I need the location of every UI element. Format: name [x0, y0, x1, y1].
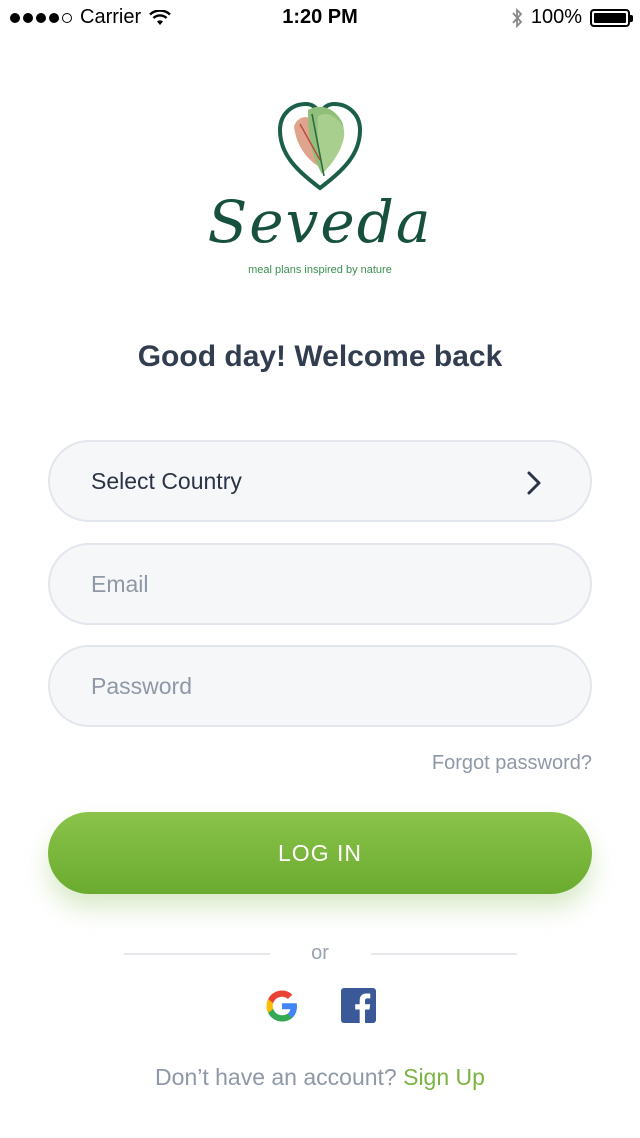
battery-fill	[594, 12, 626, 23]
password-field-wrapper	[48, 645, 592, 727]
brand-tagline: meal plans inspired by nature	[248, 264, 392, 276]
brand-wordmark: Seveda	[207, 188, 433, 256]
email-field[interactable]	[91, 570, 531, 598]
or-divider: or	[0, 942, 640, 966]
brand-logo: Seveda meal plans inspired by nature	[0, 100, 640, 285]
login-button[interactable]: LOG IN	[48, 812, 592, 894]
facebook-f-icon	[355, 993, 371, 1023]
signup-link[interactable]: Sign Up	[403, 1064, 485, 1090]
signup-prompt: Don’t have an account? Sign Up	[0, 1064, 640, 1091]
chevron-right-icon	[527, 471, 541, 495]
country-select[interactable]: Select Country	[48, 440, 592, 522]
divider-line-right	[371, 953, 517, 955]
battery-percent: 100%	[530, 6, 582, 28]
forgot-password-link[interactable]: Forgot password?	[432, 752, 592, 775]
country-select-label: Select Country	[91, 467, 242, 494]
email-field-wrapper	[48, 543, 592, 625]
password-field[interactable]	[91, 672, 531, 700]
battery-icon	[590, 8, 633, 27]
facebook-icon[interactable]	[341, 988, 376, 1023]
signup-prompt-text: Don’t have an account?	[155, 1064, 397, 1090]
divider-label: or	[311, 942, 329, 964]
bluetooth-icon	[512, 7, 523, 28]
google-icon[interactable]	[264, 988, 300, 1024]
status-bar: Carrier 1:20 PM 100%	[0, 0, 640, 36]
page-title: Good day! Welcome back	[137, 340, 503, 373]
heart-leaf-icon	[278, 101, 362, 191]
battery-info: 100%	[511, 6, 633, 29]
